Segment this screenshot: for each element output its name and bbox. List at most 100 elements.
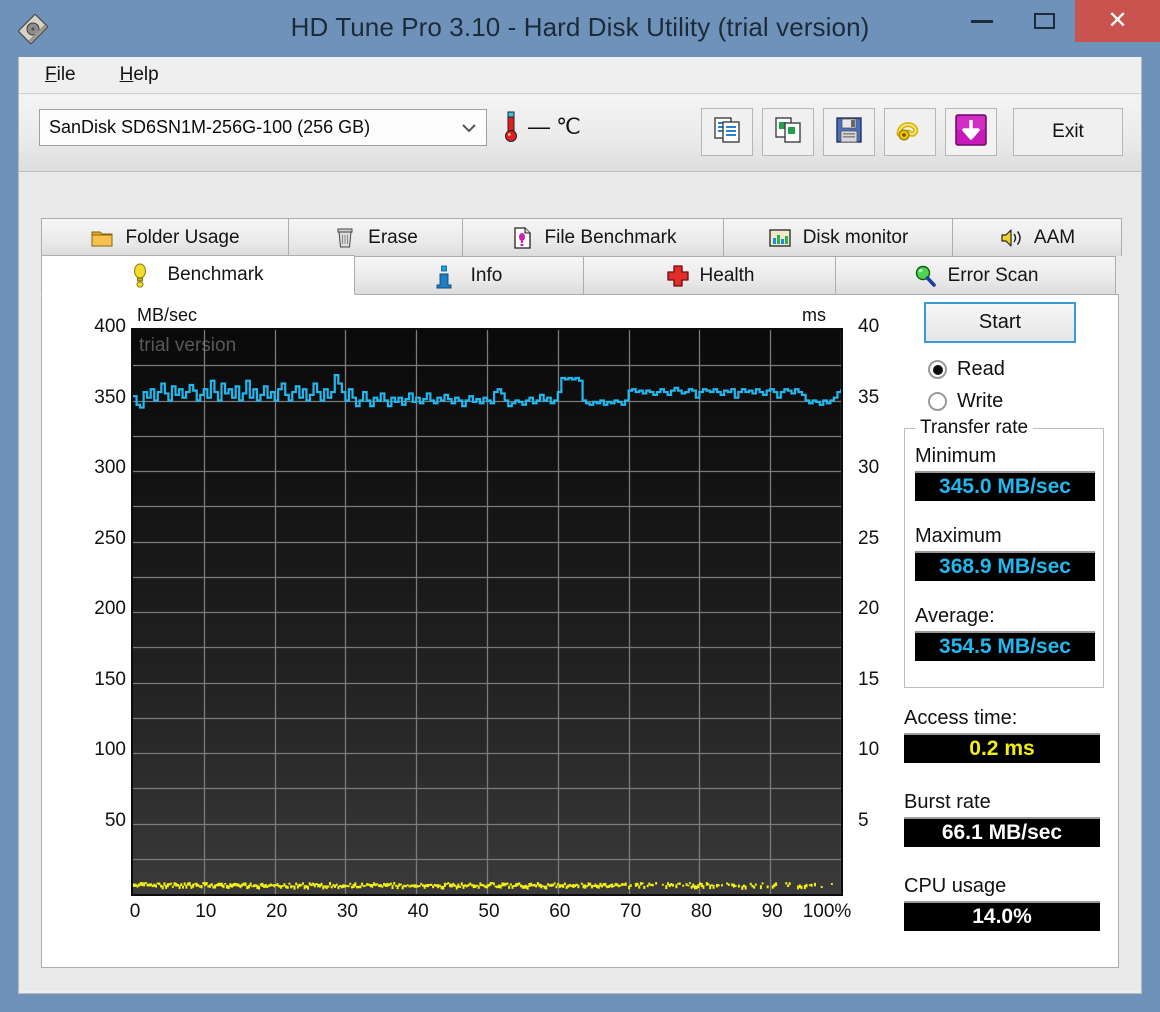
- maximum-label: Maximum: [915, 525, 1002, 547]
- tab-aam-label: AAM: [1033, 226, 1076, 248]
- minimize-icon: [971, 19, 993, 23]
- y-tick-200: 200: [94, 598, 126, 619]
- close-icon: ✕: [1107, 7, 1128, 34]
- tab-file-benchmark[interactable]: File Benchmark: [462, 218, 724, 256]
- lightbulb-icon: [132, 263, 156, 288]
- benchmark-panel: MB/sec ms trial version 50 100 150 200 250 30…: [41, 294, 1119, 968]
- start-button-label: Start: [978, 311, 1022, 333]
- tabs-area: Folder Usage Erase File Benchmark Disk m…: [19, 173, 1141, 991]
- x-tick-60: 60: [549, 901, 571, 922]
- y2-tick-35: 35: [858, 386, 880, 408]
- measuring-tape-button[interactable]: [884, 108, 936, 156]
- copy-text-button[interactable]: [701, 108, 753, 156]
- tab-aam[interactable]: AAM: [952, 218, 1122, 256]
- start-button[interactable]: Start: [924, 302, 1076, 343]
- copy-image-button[interactable]: [762, 108, 814, 156]
- maximum-value: 368.9 MB/sec: [915, 551, 1095, 581]
- radio-read-indicator: [928, 360, 947, 379]
- tab-health[interactable]: Health: [583, 256, 836, 294]
- tab-file-benchmark-label: File Benchmark: [544, 226, 677, 248]
- x-tick-0: 0: [129, 901, 141, 922]
- menu-file[interactable]: File: [27, 64, 94, 86]
- minimum-label: Minimum: [915, 445, 997, 467]
- maximize-button[interactable]: [1013, 0, 1075, 42]
- minimum-value: 345.0 MB/sec: [915, 471, 1095, 501]
- bar-chart-icon: [768, 226, 792, 250]
- tab-folder-usage[interactable]: Folder Usage: [41, 218, 289, 256]
- copy-text-icon: [712, 115, 742, 150]
- info-icon: [436, 264, 460, 288]
- y2-tick-10: 10: [858, 739, 880, 760]
- radio-write[interactable]: Write: [928, 390, 1003, 413]
- radio-write-label: Write: [957, 390, 1004, 412]
- tab-erase[interactable]: Erase: [288, 218, 463, 256]
- tab-info[interactable]: Info: [354, 256, 584, 294]
- menu-bar: File Help: [19, 57, 1141, 94]
- x-axis-labels: 0 10 20 30 40 50 60 70 80 90 100%: [129, 901, 852, 931]
- y-tick-100: 100: [94, 739, 126, 760]
- measuring-tape-icon: [895, 116, 925, 149]
- y-tick-350: 350: [94, 386, 126, 408]
- minimize-button[interactable]: [951, 0, 1013, 42]
- copy-image-icon: [773, 115, 803, 150]
- menu-help[interactable]: Help: [102, 64, 177, 86]
- tab-folder-usage-label: Folder Usage: [125, 226, 240, 248]
- toolbar: SanDisk SD6SN1M-256G-100 (256 GB) — ℃ Ex…: [19, 95, 1141, 172]
- access-time-label: Access time:: [904, 707, 1018, 729]
- plot-area: trial version: [131, 328, 843, 896]
- tab-erase-label: Erase: [368, 226, 418, 248]
- tab-benchmark-label: Benchmark: [167, 264, 264, 285]
- x-tick-90: 90: [761, 901, 783, 922]
- y-axis-labels: 50 100 150 200 250 300 350 400: [60, 316, 126, 896]
- speaker-icon: [999, 226, 1023, 250]
- download-button[interactable]: [945, 108, 997, 156]
- tab-info-label: Info: [470, 264, 503, 286]
- file-benchmark-icon: [510, 226, 534, 250]
- download-arrow-icon: [954, 113, 988, 152]
- burst-rate-stat: Burst rate 66.1 MB/sec: [904, 791, 1100, 847]
- transfer-rate-group: Transfer rate Minimum 345.0 MB/sec Maxim…: [904, 417, 1104, 688]
- folder-icon: [90, 226, 114, 250]
- menu-help-accel: H: [119, 64, 134, 85]
- y2-tick-40: 40: [858, 316, 880, 337]
- x-tick-30: 30: [336, 901, 358, 922]
- access-time-stat: Access time: 0.2 ms: [904, 707, 1100, 763]
- y2-tick-5: 5: [858, 809, 869, 831]
- minimum-stat: Minimum 345.0 MB/sec: [915, 445, 1095, 501]
- tab-benchmark[interactable]: Benchmark: [41, 255, 355, 295]
- temperature-display: — ℃: [503, 111, 581, 143]
- tab-error-scan[interactable]: Error Scan: [835, 256, 1116, 294]
- access-time-points: [133, 882, 833, 890]
- exit-button[interactable]: Exit: [1013, 108, 1123, 156]
- y2-axis-title: ms: [802, 305, 826, 325]
- x-tick-50: 50: [478, 901, 500, 922]
- drive-select[interactable]: SanDisk SD6SN1M-256G-100 (256 GB): [39, 109, 487, 146]
- y-tick-300: 300: [94, 457, 126, 478]
- radio-write-indicator: [928, 392, 947, 411]
- results-panel: Start Read Write Transfer rate Minimum 3…: [890, 295, 1120, 969]
- red-cross-icon: [665, 264, 689, 288]
- cpu-usage-label: CPU usage: [904, 875, 1007, 897]
- radio-read[interactable]: Read: [928, 358, 1005, 381]
- burst-rate-label: Burst rate: [904, 791, 991, 813]
- toolbar-buttons: Exit: [701, 108, 1123, 156]
- close-button[interactable]: ✕: [1075, 0, 1160, 42]
- exit-button-label: Exit: [1052, 121, 1084, 142]
- save-button[interactable]: [823, 108, 875, 156]
- menu-file-accel: F: [45, 64, 57, 85]
- x-tick-20: 20: [266, 901, 288, 922]
- burst-rate-value: 66.1 MB/sec: [904, 817, 1100, 847]
- transfer-rate-title: Transfer rate: [915, 417, 1034, 439]
- y2-tick-25: 25: [858, 527, 880, 549]
- y2-tick-30: 30: [858, 457, 880, 478]
- menu-file-rest: ile: [56, 64, 76, 85]
- x-tick-80: 80: [690, 901, 712, 922]
- y-tick-150: 150: [94, 668, 126, 690]
- maximize-icon: [1033, 13, 1055, 29]
- tab-disk-monitor[interactable]: Disk monitor: [723, 218, 953, 256]
- thermometer-icon: [503, 111, 519, 143]
- client-area: File Help SanDisk SD6SN1M-256G-100 (256 …: [18, 57, 1142, 994]
- drive-select-value: SanDisk SD6SN1M-256G-100 (256 GB): [49, 117, 371, 137]
- average-label: Average:: [915, 605, 995, 627]
- tab-row-top: Folder Usage Erase File Benchmark Disk m…: [41, 218, 1122, 256]
